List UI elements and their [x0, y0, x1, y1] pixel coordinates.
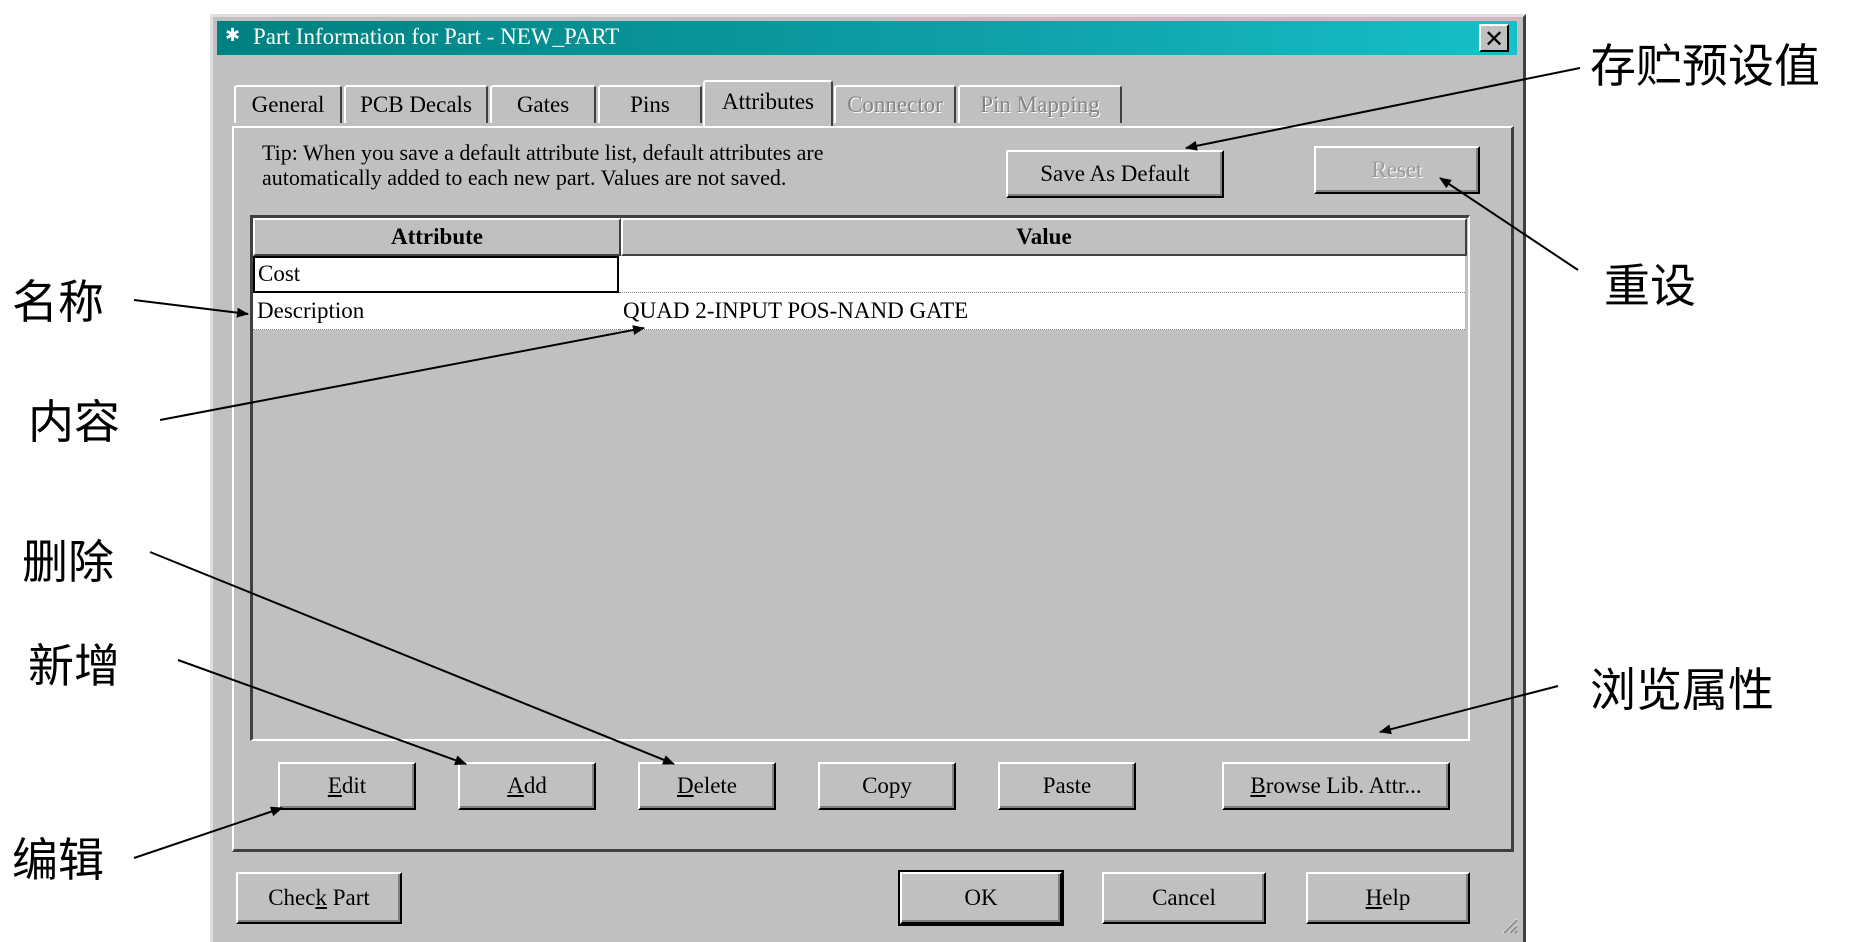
annotation-save-default: 存贮预设值 — [1590, 39, 1820, 93]
annotation-reset: 重设 — [1604, 259, 1696, 313]
edit-button[interactable]: Edit — [278, 762, 416, 810]
tab-pin-mapping[interactable]: Pin Mapping — [958, 85, 1122, 123]
attribute-grid[interactable]: Attribute Value Cost Description QUAD 2-… — [250, 215, 1470, 741]
annotation-delete: 删除 — [22, 535, 114, 589]
ok-button[interactable]: OK — [898, 870, 1064, 926]
delete-button[interactable]: Delete — [638, 762, 776, 810]
table-row[interactable]: Cost — [253, 256, 1465, 293]
table-row[interactable]: Description QUAD 2-INPUT POS-NAND GATE — [253, 293, 1465, 330]
close-icon: ✕ — [1483, 25, 1505, 53]
window-title: Part Information for Part - NEW_PART — [253, 24, 620, 49]
close-button[interactable]: ✕ — [1479, 24, 1509, 52]
tab-attributes[interactable]: Attributes — [703, 80, 833, 126]
annotation-content: 内容 — [28, 395, 120, 449]
annotation-add: 新增 — [28, 639, 120, 693]
attribute-name-cell[interactable]: Cost — [253, 256, 619, 293]
resize-grip-icon[interactable] — [1500, 916, 1518, 934]
paste-button[interactable]: Paste — [998, 762, 1136, 810]
part-editor-icon: ✱ — [225, 25, 241, 45]
tab-gates[interactable]: Gates — [490, 85, 596, 123]
attribute-value-cell[interactable]: QUAD 2-INPUT POS-NAND GATE — [619, 293, 1465, 330]
save-as-default-button[interactable]: Save As Default — [1006, 150, 1224, 198]
attribute-name-cell[interactable]: Description — [253, 293, 619, 330]
column-header-value[interactable]: Value — [621, 218, 1467, 256]
reset-button[interactable]: Reset — [1314, 146, 1480, 194]
tab-pcb-decals[interactable]: PCB Decals — [344, 85, 488, 123]
check-part-button[interactable]: Check Part — [236, 872, 402, 924]
tip-line-1: Tip: When you save a default attribute l… — [262, 140, 824, 165]
add-button[interactable]: Add — [458, 762, 596, 810]
copy-button[interactable]: Copy — [818, 762, 956, 810]
tab-connector[interactable]: Connector — [834, 85, 956, 123]
tab-general[interactable]: General — [234, 85, 342, 123]
title-bar[interactable]: ✱ Part Information for Part - NEW_PART ✕ — [217, 21, 1517, 55]
attribute-value-cell[interactable] — [619, 256, 1465, 293]
annotation-name: 名称 — [12, 275, 104, 329]
tip-text: Tip: When you save a default attribute l… — [262, 140, 823, 190]
tip-line-2: automatically added to each new part. Va… — [262, 165, 787, 190]
annotation-edit: 编辑 — [12, 833, 104, 887]
annotation-browse: 浏览属性 — [1590, 663, 1774, 717]
help-button[interactable]: Help — [1306, 872, 1470, 924]
column-header-attribute[interactable]: Attribute — [253, 218, 621, 256]
browse-lib-attr-button[interactable]: Browse Lib. Attr... — [1222, 762, 1450, 810]
tab-pins[interactable]: Pins — [598, 85, 702, 123]
cancel-button[interactable]: Cancel — [1102, 872, 1266, 924]
